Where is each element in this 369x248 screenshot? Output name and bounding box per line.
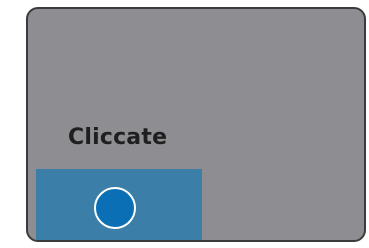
click-target-area[interactable] <box>36 169 202 240</box>
game-panel: Cliccate <box>26 7 366 242</box>
instruction-label: Cliccate <box>68 125 168 150</box>
circle-button-icon[interactable] <box>94 187 136 229</box>
